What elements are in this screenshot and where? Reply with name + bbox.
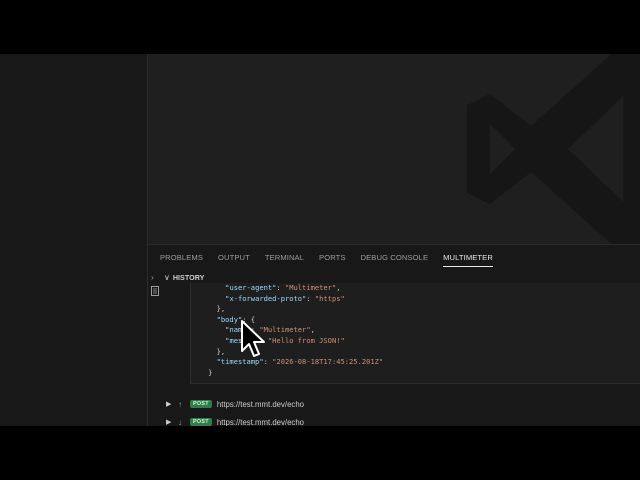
- code-line: }: [208, 367, 213, 377]
- left-sidebar: [0, 54, 148, 426]
- history-label: HISTORY: [172, 272, 205, 282]
- document-icon[interactable]: [151, 286, 159, 296]
- chevron-right-icon[interactable]: ›: [151, 273, 154, 282]
- json-key: "x-forwarded-proto": [225, 293, 307, 303]
- arrow-down-icon: ↓: [178, 417, 182, 427]
- json-value: "Multimeter": [259, 325, 311, 335]
- vscode-logo-watermark: [466, 54, 640, 244]
- json-value: "https": [314, 293, 345, 303]
- tab-ports[interactable]: PORTS: [319, 253, 346, 267]
- code-line: "x-forwarded-proto": "https": [225, 293, 345, 303]
- code-line: },: [216, 304, 226, 314]
- json-value: "2026-08-18T17:45:25.201Z": [272, 357, 384, 367]
- panel-tabs: PROBLEMS OUTPUT TERMINAL PORTS DEBUG CON…: [148, 245, 640, 267]
- tab-multimeter[interactable]: MULTIMETER: [443, 253, 493, 267]
- expand-triangle-icon[interactable]: ▶: [166, 400, 178, 408]
- request-url: https://test.mmt.dev/echo: [216, 417, 304, 427]
- history-request-row[interactable]: ▶ ↑ POST https://test.mmt.dev/echo: [166, 397, 304, 411]
- tab-terminal[interactable]: TERMINAL: [265, 253, 304, 267]
- json-key: "body": [216, 314, 243, 324]
- code-line: "user-agent": "Multimeter",: [225, 283, 341, 292]
- bottom-panel: PROBLEMS OUTPUT TERMINAL PORTS DEBUG CON…: [148, 244, 640, 426]
- tab-output[interactable]: OUTPUT: [218, 253, 250, 267]
- tab-problems[interactable]: PROBLEMS: [160, 253, 203, 267]
- mouse-pointer-icon: [241, 320, 265, 357]
- json-key: "user-agent": [225, 283, 277, 292]
- method-badge: POST: [190, 400, 212, 408]
- method-badge: POST: [190, 418, 212, 426]
- tab-debug-console[interactable]: DEBUG CONSOLE: [361, 253, 429, 267]
- request-url: https://test.mmt.dev/echo: [216, 399, 304, 409]
- json-value: "Hello from JSON!": [267, 335, 345, 345]
- json-value: "Multimeter": [284, 283, 337, 292]
- editor-area: [148, 54, 640, 244]
- expand-triangle-icon[interactable]: ▶: [166, 418, 178, 426]
- chevron-down-icon: ∨: [164, 272, 170, 282]
- panel-side-column: ›: [148, 267, 162, 426]
- arrow-up-icon: ↑: [178, 399, 182, 409]
- history-section-header[interactable]: ∨ HISTORY: [164, 271, 640, 283]
- vscode-window: PROBLEMS OUTPUT TERMINAL PORTS DEBUG CON…: [0, 54, 640, 426]
- history-request-row[interactable]: ▶ ↓ POST https://test.mmt.dev/echo: [166, 415, 304, 426]
